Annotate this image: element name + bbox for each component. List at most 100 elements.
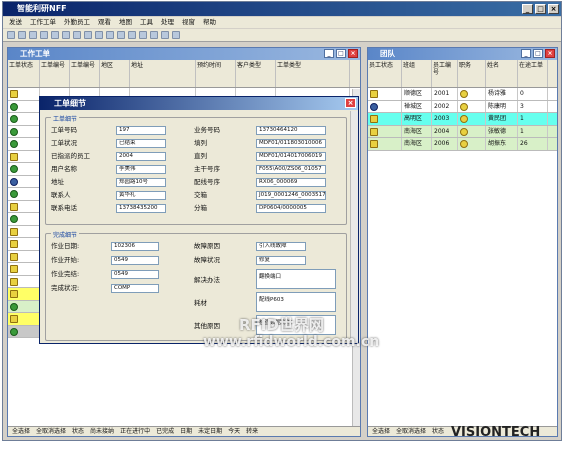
col-header[interactable]: 预约时间	[196, 60, 236, 87]
toolbar-icon[interactable]	[106, 31, 114, 39]
team-row[interactable]: 南海区 2006 胡振东 26	[368, 138, 557, 151]
vertical-field[interactable]: MDF01/014017006019	[256, 152, 326, 161]
toolbar-icon[interactable]	[128, 31, 136, 39]
footer-button[interactable]: 状态	[72, 427, 84, 436]
menu-item[interactable]: 工作工单	[30, 17, 56, 28]
menu-item[interactable]: 视窗	[182, 17, 195, 28]
col-header[interactable]: 工单类型	[276, 60, 350, 87]
distribution-box-field[interactable]: DP0604/0000005	[256, 204, 326, 213]
toolbar-icon[interactable]	[51, 31, 59, 39]
toolbar-icon[interactable]	[18, 31, 26, 39]
menu-item[interactable]: 处理	[161, 17, 174, 28]
footer-button[interactable]: 未定日期	[198, 427, 222, 436]
table-cell: 2001	[432, 88, 458, 100]
toolbar-icon[interactable]	[29, 31, 37, 39]
service-number-field[interactable]: 13730464120	[256, 126, 326, 135]
footer-button[interactable]: 全取消选择	[36, 427, 66, 436]
col-header[interactable]: 工单状态	[8, 60, 40, 87]
table-cell: 陈康明	[486, 100, 518, 112]
footer-button[interactable]: 全取消选择	[396, 427, 426, 436]
col-header[interactable]: 员工状态	[368, 60, 402, 87]
col-header[interactable]: 地址	[130, 60, 196, 87]
assigned-staff-field[interactable]: 2004	[116, 152, 166, 161]
footer-button[interactable]: 尚未接纳	[90, 427, 114, 436]
wiring-sequence-field[interactable]: RX06_000069	[256, 178, 326, 187]
toolbar-icon[interactable]	[117, 31, 125, 39]
horizontal-field[interactable]: MDF01/011803010006	[256, 139, 326, 148]
work-date-field[interactable]: 102306	[111, 242, 159, 251]
cross-box-field[interactable]: J019_0001246_0003517	[256, 191, 326, 200]
footer-button[interactable]: 全选择	[372, 427, 390, 436]
col-header[interactable]: 员工编号	[432, 60, 458, 87]
toolbar-icon[interactable]	[161, 31, 169, 39]
minimize-button[interactable]: _	[522, 4, 533, 14]
team-table-body: 顺德区 2001 杨诗雅 0 禅城区 2002 陈康明 3 高明区 2003 黄民团 1 南海区 2004…	[368, 88, 557, 151]
menu-item[interactable]: 工具	[140, 17, 153, 28]
menu-item[interactable]: 观看	[98, 17, 111, 28]
footer-button[interactable]: 已完成	[156, 427, 174, 436]
menu-item[interactable]: 外勤员工	[64, 17, 90, 28]
close-button[interactable]: ×	[548, 4, 559, 14]
col-header[interactable]: 工单编号	[40, 60, 70, 87]
menu-item[interactable]: 发送	[9, 17, 22, 28]
table-cell	[8, 300, 40, 312]
col-header[interactable]: 在途工单	[518, 60, 548, 87]
col-header[interactable]: 客户类型	[236, 60, 276, 87]
dialog-scrollbar[interactable]	[350, 111, 358, 343]
toolbar-icon[interactable]	[95, 31, 103, 39]
toolbar-icon[interactable]	[40, 31, 48, 39]
toolbar-icon[interactable]	[7, 31, 15, 39]
team-row[interactable]: 禅城区 2002 陈康明 3	[368, 100, 557, 113]
panel-minimize-button[interactable]: _	[521, 49, 531, 58]
solution-textarea[interactable]: 翻换端口	[256, 269, 336, 289]
col-header[interactable]: 班组	[402, 60, 432, 87]
col-header[interactable]: 工单编号	[70, 60, 100, 87]
work-end-field[interactable]: 0549	[111, 270, 159, 279]
work-start-field[interactable]: 0549	[111, 256, 159, 265]
panel-maximize-button[interactable]: □	[336, 49, 346, 58]
status-icon	[10, 215, 18, 223]
panel-minimize-button[interactable]: _	[324, 49, 334, 58]
address-field[interactable]: 郑园路10号	[116, 178, 166, 187]
footer-button[interactable]: 正在进行中	[120, 427, 150, 436]
table-cell	[8, 113, 40, 125]
team-row[interactable]: 顺德区 2001 杨诗雅 0	[368, 88, 557, 101]
dialog-close-button[interactable]: ×	[345, 98, 356, 108]
user-name-field[interactable]: 李美伟	[116, 165, 166, 174]
table-cell	[8, 325, 40, 337]
team-row[interactable]: 高明区 2003 黄民团 1	[368, 113, 557, 126]
col-header[interactable]: 职务	[458, 60, 486, 87]
col-header[interactable]: 地区	[100, 60, 130, 87]
order-number-field[interactable]: 197	[116, 126, 166, 135]
panel-maximize-button[interactable]: □	[533, 49, 543, 58]
fault-status-field[interactable]: 修复	[256, 256, 306, 265]
panel-close-button[interactable]: ×	[545, 49, 555, 58]
toolbar-icon[interactable]	[150, 31, 158, 39]
toolbar-icon[interactable]	[62, 31, 70, 39]
team-row[interactable]: 南海区 2004 张敏德 1	[368, 125, 557, 138]
footer-button[interactable]: 日期	[180, 427, 192, 436]
toolbar-icon[interactable]	[139, 31, 147, 39]
completion-status-field[interactable]: COMP	[111, 284, 159, 293]
fault-cause-field[interactable]: 引入线故障	[256, 242, 306, 251]
toolbar-icon[interactable]	[84, 31, 92, 39]
trunk-sequence-field[interactable]: F055\A00/ZS06_01057	[256, 165, 326, 174]
menu-item[interactable]: 地图	[119, 17, 132, 28]
maximize-button[interactable]: □	[535, 4, 546, 14]
footer-button[interactable]: 状态	[432, 427, 444, 436]
menu-item[interactable]: 帮助	[203, 17, 216, 28]
contact-field[interactable]: 黄华礼	[116, 191, 166, 200]
table-cell: 高明区	[402, 113, 432, 125]
toolbar-icon[interactable]	[73, 31, 81, 39]
order-status-field[interactable]: 已结束	[116, 139, 166, 148]
footer-button[interactable]: 转来	[246, 427, 258, 436]
team-title: 团队 _ □ ×	[368, 48, 557, 60]
field-label: 其他原因	[194, 322, 220, 330]
materials-textarea[interactable]: 配线P603	[256, 292, 336, 312]
toolbar-icon[interactable]	[172, 31, 180, 39]
footer-button[interactable]: 全选择	[12, 427, 30, 436]
col-header[interactable]: 姓名	[486, 60, 518, 87]
contact-phone-field[interactable]: 13738435200	[116, 204, 166, 213]
panel-close-button[interactable]: ×	[348, 49, 358, 58]
footer-button[interactable]: 今天	[228, 427, 240, 436]
